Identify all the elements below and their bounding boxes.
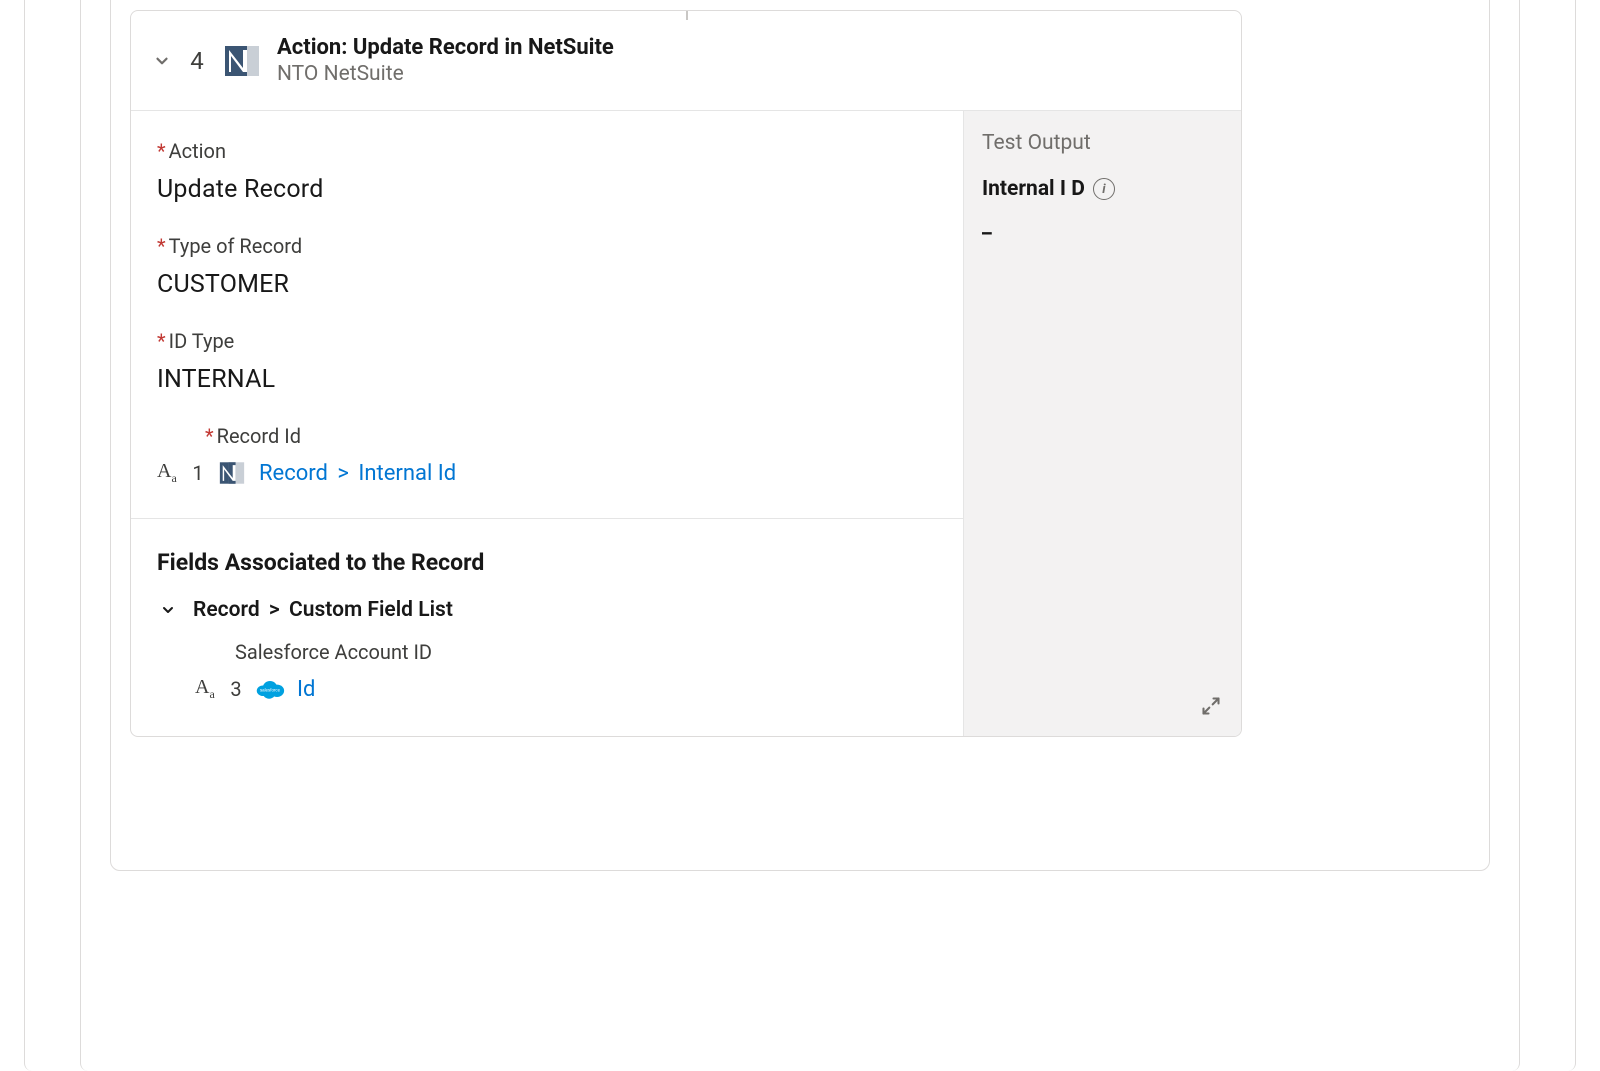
test-output-title: Test Output <box>982 131 1223 155</box>
action-subtitle: NTO NetSuite <box>277 62 614 86</box>
field-type-of-record: *Type of Record CUSTOMER <box>157 234 937 299</box>
chevron-down-icon[interactable] <box>151 50 173 72</box>
netsuite-icon <box>217 458 247 488</box>
test-output-field-label: Internal I D i <box>982 177 1223 201</box>
svg-text:salesforce: salesforce <box>260 688 281 693</box>
text-type-icon: Aa <box>195 676 217 702</box>
text-type-icon: Aa <box>157 460 179 486</box>
chevron-down-icon[interactable] <box>157 599 179 621</box>
pill-ref-step: 3 <box>229 677 243 701</box>
pill-record-internal-id[interactable]: Record > Internal Id <box>259 461 456 486</box>
salesforce-icon: salesforce <box>255 674 285 704</box>
connector-line <box>686 10 688 20</box>
pill-salesforce-id[interactable]: Id <box>297 677 315 702</box>
field-value: CUSTOMER <box>157 270 937 299</box>
expand-icon[interactable] <box>1199 694 1223 718</box>
action-config-panel: *Action Update Record *Type of Record CU… <box>131 111 963 736</box>
field-label: Type of Record <box>169 234 303 258</box>
section-heading: Fields Associated to the Record <box>157 549 937 576</box>
field-label: Salesforce Account ID <box>235 640 937 664</box>
divider <box>131 518 963 519</box>
action-step-card: 4 Action: Update Record in NetSuite NTO … <box>130 10 1242 737</box>
field-record-id: *Record Id Aa 1 <box>157 424 937 488</box>
field-label: ID Type <box>169 329 235 353</box>
netsuite-icon <box>221 40 263 82</box>
test-output-panel: Test Output Internal I D i _ <box>963 111 1241 736</box>
custom-field-list-toggle[interactable]: Record > Custom Field List <box>157 598 937 622</box>
card-header[interactable]: 4 Action: Update Record in NetSuite NTO … <box>131 11 1241 111</box>
action-title: Action: Update Record in NetSuite <box>277 35 614 60</box>
test-output-value: _ <box>982 213 1223 238</box>
pill-ref-step: 1 <box>191 461 205 485</box>
field-label: Action <box>169 139 226 163</box>
field-label: Record Id <box>217 424 301 448</box>
field-id-type: *ID Type INTERNAL <box>157 329 937 394</box>
info-icon[interactable]: i <box>1093 178 1115 200</box>
step-number: 4 <box>187 47 207 75</box>
field-value: INTERNAL <box>157 365 937 394</box>
field-value: Update Record <box>157 175 937 204</box>
field-action: *Action Update Record <box>157 139 937 204</box>
